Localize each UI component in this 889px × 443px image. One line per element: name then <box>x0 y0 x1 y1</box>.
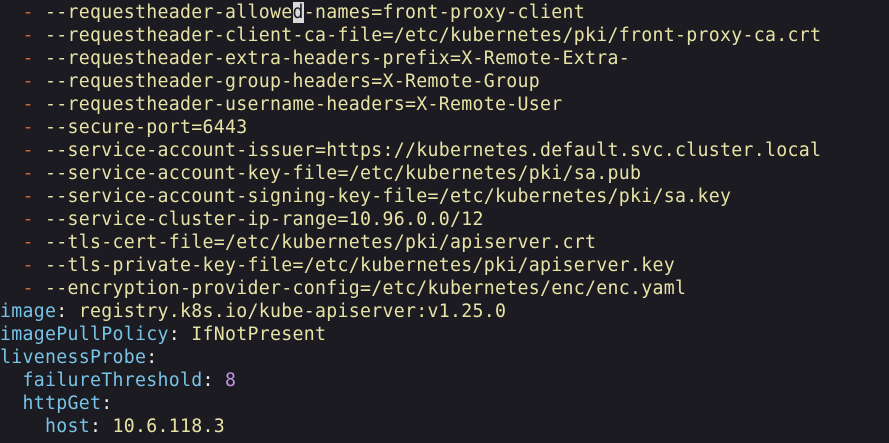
list-dash: - <box>22 140 34 161</box>
arg-text: --tls-private-key-file=/etc/kubernetes/p… <box>45 255 675 276</box>
arg-line: - --tls-private-key-file=/etc/kubernetes… <box>0 254 675 277</box>
arg-line: - --service-account-issuer=https://kuber… <box>0 139 821 162</box>
arg-line: - --tls-cert-file=/etc/kubernetes/pki/ap… <box>0 231 596 254</box>
arg-line: - --secure-port=6443 <box>0 116 248 139</box>
list-dash: - <box>22 2 34 23</box>
yaml-failure-threshold-line: failureThreshold: 8 <box>22 370 237 391</box>
arg-line: - --encryption-provider-config=/etc/kube… <box>0 277 686 300</box>
yaml-key-liveness-probe: livenessProbe <box>0 347 147 368</box>
arg-line: - --service-cluster-ip-range=10.96.0.0/1… <box>0 208 484 231</box>
terminal-editor[interactable]: - --requestheader-allowed-names=front-pr… <box>0 0 889 443</box>
list-dash: - <box>22 209 34 230</box>
list-dash: - <box>22 278 34 299</box>
yaml-host-line: host: 10.6.118.3 <box>45 416 225 437</box>
yaml-key-host: host <box>45 416 90 437</box>
yaml-liveness-line: livenessProbe: <box>0 347 158 368</box>
arg-text-before-cursor: --requestheader-allowe <box>45 2 293 23</box>
arg-line: - --service-account-signing-key-file=/et… <box>0 185 731 208</box>
arg-line: - --requestheader-client-ca-file=/etc/ku… <box>0 24 821 47</box>
yaml-key-failure-threshold: failureThreshold <box>22 370 203 391</box>
list-dash: - <box>22 255 34 276</box>
arg-line: - --service-account-key-file=/etc/kubern… <box>0 162 641 185</box>
arg-text: --service-cluster-ip-range=10.96.0.0/12 <box>45 209 484 230</box>
yaml-key-image-pull-policy: imagePullPolicy <box>0 324 169 345</box>
arg-line: - --requestheader-username-headers=X-Rem… <box>0 93 563 116</box>
arg-line: - --requestheader-extra-headers-prefix=X… <box>0 47 630 70</box>
arg-line: - --requestheader-allowed-names=front-pr… <box>0 1 585 24</box>
yaml-key-image: image <box>0 301 57 322</box>
list-dash: - <box>22 117 34 138</box>
yaml-key-http-get: httpGet <box>22 393 102 414</box>
yaml-pull-policy-line: imagePullPolicy: IfNotPresent <box>0 324 327 345</box>
arg-text: --service-account-signing-key-file=/etc/… <box>45 186 732 207</box>
list-dash: - <box>22 71 34 92</box>
list-dash: - <box>22 232 34 253</box>
list-dash: - <box>22 48 34 69</box>
list-dash: - <box>22 94 34 115</box>
arg-text: --service-account-key-file=/etc/kubernet… <box>45 163 642 184</box>
list-dash: - <box>22 163 34 184</box>
arg-text: --requestheader-username-headers=X-Remot… <box>45 94 563 115</box>
arg-text: --requestheader-client-ca-file=/etc/kube… <box>45 25 822 46</box>
arg-text: --encryption-provider-config=/etc/kubern… <box>45 278 687 299</box>
arg-text: --tls-cert-file=/etc/kubernetes/pki/apis… <box>45 232 597 253</box>
arg-text: --requestheader-extra-headers-prefix=X-R… <box>45 48 630 69</box>
yaml-http-get-line: httpGet: <box>22 393 113 414</box>
yaml-image-line: image: registry.k8s.io/kube-apiserver:v1… <box>0 301 507 322</box>
arg-text: --secure-port=6443 <box>45 117 248 138</box>
list-dash: - <box>22 25 34 46</box>
host-value: 10.6.118.3 <box>112 416 225 437</box>
image-value: registry.k8s.io/kube-apiserver:v1.25.0 <box>78 301 507 322</box>
arg-text: --requestheader-group-headers=X-Remote-G… <box>45 71 540 92</box>
list-dash: - <box>22 186 34 207</box>
arg-text-after-cursor: -names=front-proxy-client <box>303 2 585 23</box>
arg-text: --service-account-issuer=https://kuberne… <box>45 140 822 161</box>
failure-threshold-value: 8 <box>225 370 237 391</box>
arg-line: - --requestheader-group-headers=X-Remote… <box>0 70 540 93</box>
pull-policy-value: IfNotPresent <box>191 324 327 345</box>
text-cursor: d <box>292 2 304 23</box>
